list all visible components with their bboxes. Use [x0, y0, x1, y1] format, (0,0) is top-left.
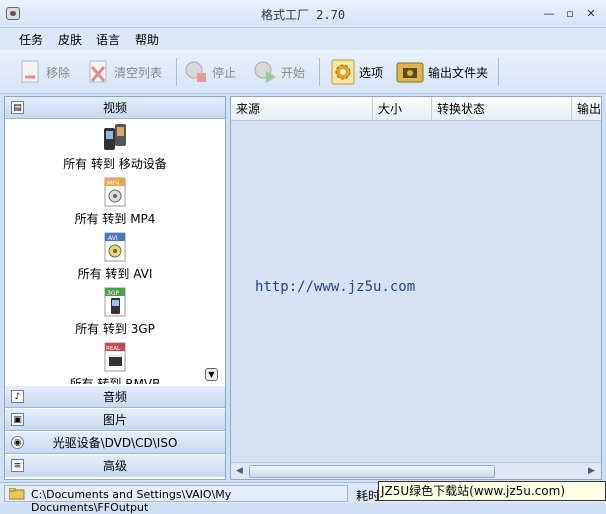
title-bar: 格式工厂 2.70 — ▫ ✕ [0, 0, 606, 28]
svg-text:MP4: MP4 [107, 180, 120, 187]
category-rom-device[interactable]: ◉ 光驱设备\DVD\CD\ISO [5, 432, 225, 454]
picture-icon: ▣ [11, 413, 24, 426]
play-icon [253, 59, 277, 85]
toolbar-separator [176, 58, 177, 86]
close-button[interactable]: ✕ [582, 6, 600, 22]
convert-to-mobile-item[interactable]: 所有 转到 移动设备 [5, 122, 225, 177]
scroll-left-icon[interactable]: ◀ [232, 464, 247, 479]
mobile-device-icon [104, 124, 126, 150]
convert-to-rmvb-item[interactable]: REAL 所有 转到 RMVB [5, 342, 225, 384]
scroll-right-icon[interactable]: ▶ [584, 464, 599, 479]
convert-to-mp4-item[interactable]: MP4 所有 转到 MP4 [5, 177, 225, 232]
music-note-icon: ♪ [11, 390, 24, 403]
convert-to-3gp-item[interactable]: 3GP 所有 转到 3GP [5, 287, 225, 342]
avi-icon: AVI [104, 232, 126, 262]
elapsed-time-label: 耗时 [356, 489, 381, 503]
output-path-box[interactable]: C:\Documents and Settings\VAIO\My Docume… [4, 485, 348, 514]
horizontal-scrollbar[interactable]: ◀ ▶ [231, 462, 601, 479]
maximize-button[interactable]: ▫ [561, 6, 579, 22]
remove-button[interactable]: 移除 [18, 58, 70, 86]
column-header-output[interactable]: 输出 [572, 97, 601, 121]
clear-x-icon [86, 59, 110, 85]
category-picture[interactable]: ▣ 图片 [5, 409, 225, 431]
3gp-icon: 3GP [104, 287, 126, 317]
menu-task[interactable]: 任务 [19, 31, 43, 48]
start-button[interactable]: 开始 [253, 58, 305, 86]
menu-skin[interactable]: 皮肤 [58, 31, 82, 48]
options-button[interactable]: 选项 [331, 58, 383, 86]
folder-icon [396, 59, 424, 85]
stop-button[interactable]: 停止 [184, 58, 236, 86]
convert-to-avi-item[interactable]: AVI 所有 转到 AVI [5, 232, 225, 287]
watermark-url: http://www.jz5u.com [255, 279, 416, 295]
minimize-button[interactable]: — [540, 6, 558, 22]
mp4-icon: MP4 [104, 177, 126, 207]
conversion-panel: ▤ 视频 所有 转到 移动设备 MP4 所有 转到 MP4 AVI 所有 转到 … [4, 96, 226, 480]
category-video[interactable]: ▤ 视频 [5, 97, 225, 119]
document-remove-icon [18, 59, 42, 85]
scroll-down-button[interactable]: ▼ [205, 368, 218, 381]
folder-icon [9, 488, 25, 500]
disc-icon: ◉ [11, 436, 24, 449]
clear-list-button[interactable]: 清空列表 [86, 58, 162, 86]
category-advanced[interactable]: ≡ 高级 [5, 455, 225, 477]
output-folder-button[interactable]: 输出文件夹 [396, 58, 488, 86]
svg-text:AVI: AVI [108, 235, 118, 242]
video-icon: ▤ [11, 101, 24, 114]
menu-bar: 任务 皮肤 语言 帮助 [0, 28, 606, 50]
gear-icon [331, 59, 355, 85]
svg-text:3GP: 3GP [107, 290, 119, 297]
menu-help[interactable]: 帮助 [135, 31, 159, 48]
toolbar: 移除 清空列表 停止 开始 选项 输出文件夹 [0, 50, 606, 94]
output-path-text: C:\Documents and Settings\VAIO\My Docume… [31, 488, 232, 514]
task-list: 来源 大小 转换状态 输出 http://www.jz5u.com ◀ ▶ [230, 96, 602, 480]
toolbar-separator [498, 58, 499, 86]
column-header-size[interactable]: 大小 [373, 97, 432, 121]
category-audio[interactable]: ♪ 音频 [5, 386, 225, 408]
window-title: 格式工厂 2.70 [260, 8, 346, 22]
toolbar-separator [319, 58, 320, 86]
advanced-icon: ≡ [11, 459, 24, 472]
site-banner: JZ5U绿色下载站(www.jz5u.com) [378, 481, 606, 501]
rmvb-icon: REAL [104, 342, 126, 372]
menu-language[interactable]: 语言 [96, 31, 120, 48]
scrollbar-thumb[interactable] [249, 465, 495, 478]
column-header-source[interactable]: 来源 [231, 97, 373, 121]
column-header-status[interactable]: 转换状态 [432, 97, 572, 121]
svg-text:REAL: REAL [106, 346, 121, 352]
stop-icon [184, 59, 208, 85]
